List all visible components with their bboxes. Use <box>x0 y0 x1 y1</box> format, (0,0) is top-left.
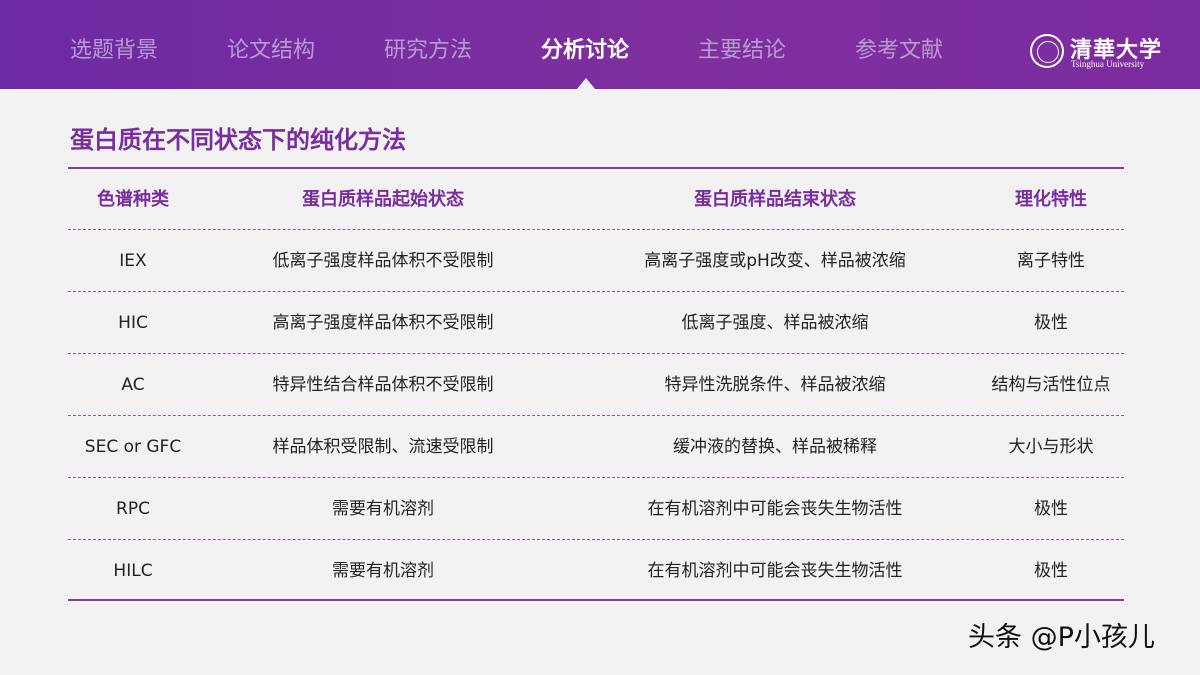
cell-start-state: 高离子强度样品体积不受限制 <box>272 313 494 333</box>
header-physicochemical-property: 理化特性 <box>1015 189 1087 210</box>
cell-type: IEX <box>119 251 147 271</box>
purification-methods-table: 色谱种类 蛋白质样品起始状态 蛋白质样品结束状态 理化特性 IEX 低离子强度样… <box>68 167 1124 601</box>
nav-tab-background[interactable]: 选题背景 <box>70 34 158 68</box>
table-row: AC 特异性结合样品体积不受限制 特异性洗脱条件、样品被浓缩 结构与活性位点 <box>68 353 1124 415</box>
nav-tab-references[interactable]: 参考文献 <box>855 34 943 68</box>
table-bottom-rule <box>68 599 1124 601</box>
cell-end-state: 缓冲液的替换、样品被稀释 <box>673 437 877 457</box>
nav-tab-analysis[interactable]: 分析讨论 <box>541 34 629 68</box>
active-tab-pointer-icon <box>577 78 595 89</box>
cell-property: 极性 <box>1034 499 1068 519</box>
nav-tab-conclusions[interactable]: 主要结论 <box>698 34 786 68</box>
cell-type: RPC <box>116 499 150 519</box>
table-row: HILC 需要有机溶剂 在有机溶剂中可能会丧失生物活性 极性 <box>68 539 1124 601</box>
top-navigation-bar: 选题背景 论文结构 研究方法 分析讨论 主要结论 参考文献 清華大学 Tsing… <box>0 0 1200 89</box>
nav-tab-methods[interactable]: 研究方法 <box>384 34 472 68</box>
table-row: HIC 高离子强度样品体积不受限制 低离子强度、样品被浓缩 极性 <box>68 291 1124 353</box>
cell-type: HILC <box>113 561 153 581</box>
cell-end-state: 在有机溶剂中可能会丧失生物活性 <box>647 499 903 519</box>
cell-start-state: 特异性结合样品体积不受限制 <box>272 375 494 395</box>
cell-property: 结构与活性位点 <box>991 375 1111 395</box>
cell-end-state: 特异性洗脱条件、样品被浓缩 <box>664 375 886 395</box>
header-chromatography-type: 色谱种类 <box>97 189 169 210</box>
cell-start-state: 需要有机溶剂 <box>332 499 434 519</box>
cell-type: SEC or GFC <box>84 437 182 457</box>
slide-title: 蛋白质在不同状态下的纯化方法 <box>70 126 406 154</box>
nav-tab-structure[interactable]: 论文结构 <box>227 34 315 68</box>
header-end-state: 蛋白质样品结束状态 <box>694 189 856 210</box>
cell-start-state: 需要有机溶剂 <box>332 561 434 581</box>
header-start-state: 蛋白质样品起始状态 <box>302 189 464 210</box>
cell-type: AC <box>121 375 145 395</box>
cell-property: 离子特性 <box>1017 251 1085 271</box>
table-row: SEC or GFC 样品体积受限制、流速受限制 缓冲液的替换、样品被稀释 大小… <box>68 415 1124 477</box>
cell-property: 极性 <box>1034 313 1068 333</box>
cell-type: HIC <box>118 313 148 333</box>
cell-start-state: 低离子强度样品体积不受限制 <box>272 251 494 271</box>
source-watermark: 头条 @P小孩儿 <box>968 622 1155 653</box>
cell-end-state: 在有机溶剂中可能会丧失生物活性 <box>647 561 903 581</box>
cell-end-state: 低离子强度、样品被浓缩 <box>681 313 869 333</box>
table-row: RPC 需要有机溶剂 在有机溶剂中可能会丧失生物活性 极性 <box>68 477 1124 539</box>
table-row: IEX 低离子强度样品体积不受限制 高离子强度或pH改变、样品被浓缩 离子特性 <box>68 229 1124 291</box>
table-header-row: 色谱种类 蛋白质样品起始状态 蛋白质样品结束状态 理化特性 <box>68 169 1124 231</box>
logo-english-name: Tsinghua University <box>1071 59 1145 69</box>
cell-property: 大小与形状 <box>1008 437 1094 457</box>
cell-property: 极性 <box>1034 561 1068 581</box>
university-seal-icon <box>1030 34 1064 68</box>
cell-start-state: 样品体积受限制、流速受限制 <box>272 437 494 457</box>
cell-end-state: 高离子强度或pH改变、样品被浓缩 <box>644 251 906 271</box>
